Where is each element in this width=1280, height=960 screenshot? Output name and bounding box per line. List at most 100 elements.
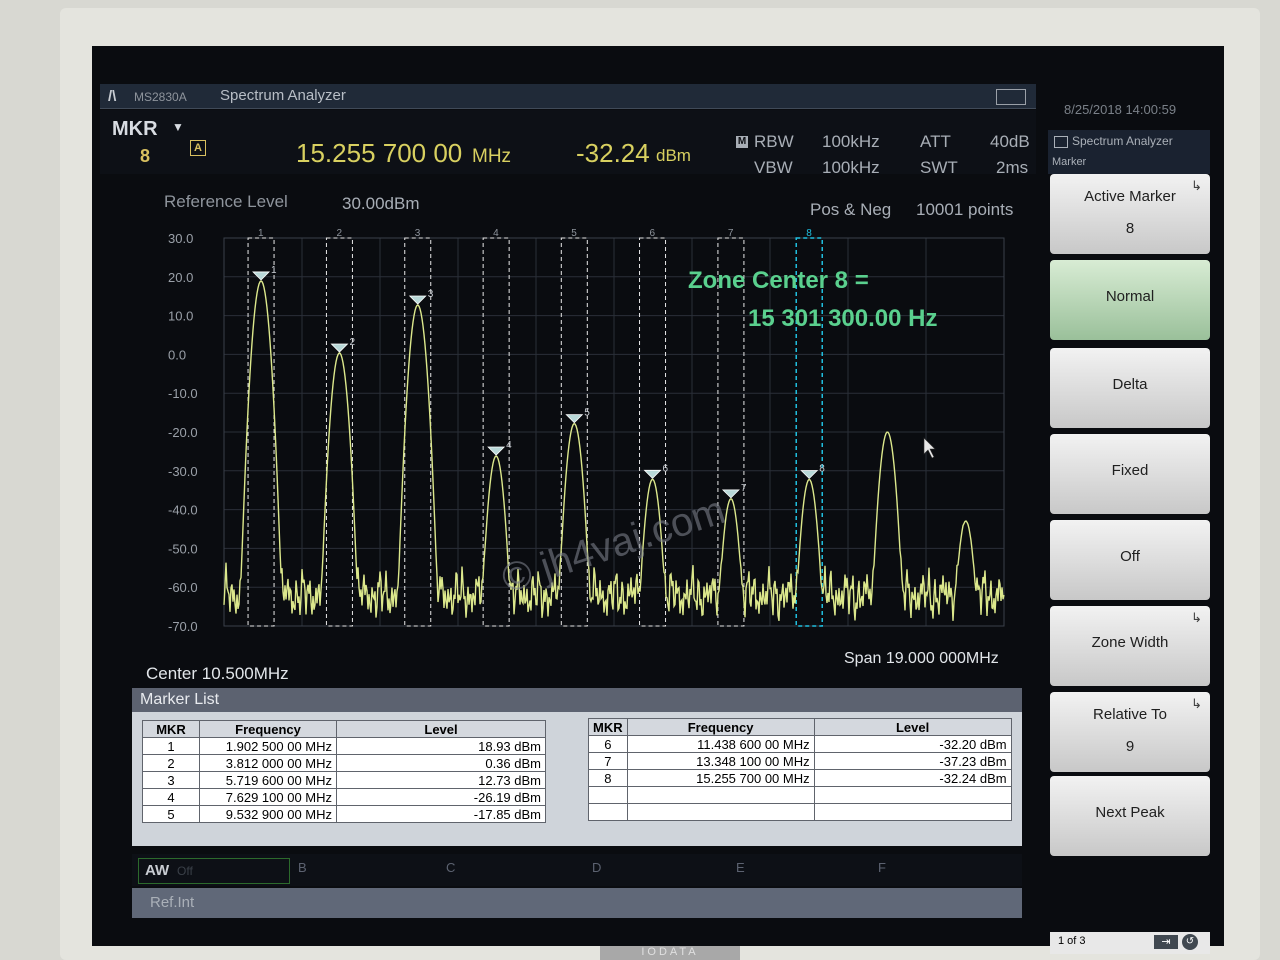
softkey-header: Spectrum Analyzer Marker bbox=[1048, 130, 1210, 174]
spectrum-icon bbox=[1054, 136, 1068, 148]
active-marker-number: 8 bbox=[140, 146, 151, 166]
marker-triangle-icon bbox=[721, 489, 740, 499]
softkey-header-sub: Marker bbox=[1052, 156, 1087, 168]
marker-triangle-icon bbox=[800, 470, 819, 480]
marker-number: 8 bbox=[588, 769, 628, 787]
marker-row[interactable] bbox=[588, 786, 1012, 804]
marker-frequency-cell: 15.255 700 00 MHz bbox=[626, 769, 815, 787]
y-tick-label: -30.0 bbox=[168, 464, 198, 479]
softkey-next-peak[interactable]: Next Peak bbox=[1050, 776, 1210, 856]
zone-number: 8 bbox=[806, 228, 812, 239]
marker-level-cell bbox=[813, 786, 1012, 804]
function-key-c[interactable]: C bbox=[446, 860, 455, 875]
softkey-label: Normal bbox=[1105, 288, 1155, 305]
softkey-off[interactable]: Off bbox=[1050, 520, 1210, 600]
spectrum-plot[interactable]: 30.0 20.0 10.0 0.0 -10.0 -20.0 -30.0 -40.0 -50.0… bbox=[164, 226, 1040, 656]
aw-function-key[interactable]: AW Off bbox=[138, 858, 290, 884]
softkey-fixed[interactable]: Fixed bbox=[1050, 434, 1210, 514]
function-key-d[interactable]: D bbox=[592, 860, 601, 875]
datetime: 8/25/2018 14:00:59 bbox=[1064, 102, 1177, 117]
marker-row[interactable]: 4 7.629 100 00 MHz -26.19 dBm bbox=[142, 788, 546, 806]
y-tick-label: 30.0 bbox=[168, 231, 193, 246]
marker-label: 7 bbox=[741, 483, 747, 494]
marker-level-cell bbox=[813, 803, 1012, 821]
y-tick-label: 10.0 bbox=[168, 309, 193, 324]
softkey-page-indicator: 1 of 3 bbox=[1058, 935, 1086, 947]
softkey-value: 8 bbox=[1125, 220, 1135, 237]
marker-number bbox=[588, 786, 628, 804]
marker-row[interactable]: 2 3.812 000 00 MHz 0.36 dBm bbox=[142, 754, 546, 772]
marker-frequency-cell bbox=[626, 803, 815, 821]
marker-label: 4 bbox=[506, 440, 512, 451]
function-key-b[interactable]: B bbox=[298, 860, 307, 875]
softkey-label: Zone Width bbox=[1091, 634, 1169, 651]
marker-row[interactable]: 6 11.438 600 00 MHz -32.20 dBm bbox=[588, 735, 1012, 753]
zone-number: 6 bbox=[650, 228, 656, 239]
frequency-header: Frequency bbox=[626, 718, 815, 736]
marker-triangle-icon bbox=[643, 469, 662, 479]
function-key-f[interactable]: F bbox=[878, 860, 886, 875]
marker-level-unit: dBm bbox=[656, 146, 691, 165]
reference-level-label: Reference Level bbox=[164, 192, 288, 211]
marker-level-cell: 12.73 dBm bbox=[336, 771, 546, 789]
span: Span 19.000 000MHz bbox=[844, 650, 999, 667]
function-key-e[interactable]: E bbox=[736, 860, 745, 875]
marker-row[interactable] bbox=[588, 803, 1012, 821]
marker-level-cell: -32.20 dBm bbox=[813, 735, 1012, 753]
softkey-header-title: Spectrum Analyzer bbox=[1072, 134, 1173, 148]
marker-number: 1 bbox=[142, 737, 200, 755]
zone-number: 2 bbox=[336, 228, 342, 239]
marker-row[interactable]: 7 13.348 100 00 MHz -37.23 dBm bbox=[588, 752, 1012, 770]
softkey-relative-to[interactable]: Relative To 9 ↳ bbox=[1050, 692, 1210, 772]
marker-row[interactable]: 3 5.719 600 00 MHz 12.73 dBm bbox=[142, 771, 546, 789]
marker-row[interactable]: 1 1.902 500 00 MHz 18.93 dBm bbox=[142, 737, 546, 755]
softkey-label: Off bbox=[1120, 548, 1140, 565]
monitor-brand: IODATA bbox=[600, 946, 740, 960]
marker-table-left: MKR Frequency Level 1 1.902 500 00 MHz 18.… bbox=[142, 720, 546, 823]
zone-number: 1 bbox=[258, 228, 264, 239]
softkey-zone-width[interactable]: Zone Width ↳ bbox=[1050, 606, 1210, 686]
softkey-active-marker[interactable]: Active Marker 8 ↳ bbox=[1050, 174, 1210, 254]
marker-label: 5 bbox=[584, 408, 590, 419]
marker-triangle-icon bbox=[252, 271, 271, 281]
y-tick-label: -60.0 bbox=[168, 580, 198, 595]
marker-frequency-cell: 1.902 500 00 MHz bbox=[199, 737, 337, 755]
marker-frequency-cell bbox=[626, 786, 815, 804]
marker-frequency-cell: 7.629 100 00 MHz bbox=[199, 788, 337, 806]
zone-number: 3 bbox=[415, 228, 421, 239]
marker-number: 2 bbox=[142, 754, 200, 772]
y-tick-label: -20.0 bbox=[168, 425, 198, 440]
zone-center-annotation: Zone Center 8 = bbox=[688, 267, 869, 294]
softkey-normal[interactable]: Normal bbox=[1050, 260, 1210, 340]
marker-level-cell: -17.85 dBm bbox=[336, 805, 546, 823]
trace-badge: A bbox=[190, 140, 206, 156]
marker-label: 6 bbox=[663, 463, 669, 474]
rbw-label: RBW bbox=[754, 132, 794, 151]
y-tick-label: -70.0 bbox=[168, 619, 198, 634]
anritsu-logo-icon: /\ bbox=[108, 88, 117, 105]
next-page-icon[interactable]: ⇥ bbox=[1154, 935, 1178, 949]
rbw-value: 100kHz bbox=[822, 132, 880, 151]
marker-list-panel: Marker List MKR Frequency Level 1 1.902 5… bbox=[132, 688, 1022, 846]
trace-points: 10001 points bbox=[916, 200, 1014, 219]
window-controls-icon[interactable] bbox=[996, 89, 1026, 105]
softkey-delta[interactable]: Delta bbox=[1050, 348, 1210, 428]
aw-label: AW bbox=[145, 862, 170, 879]
marker-level-cell: 0.36 dBm bbox=[336, 754, 546, 772]
zone-number: 5 bbox=[571, 228, 577, 239]
dropdown-caret-icon[interactable]: ▼ bbox=[172, 120, 184, 134]
marker-level-cell: -32.24 dBm bbox=[813, 769, 1012, 787]
marker-triangle-icon bbox=[408, 295, 427, 305]
marker-triangle-icon bbox=[565, 414, 584, 424]
center-frequency: Center 10.500MHz bbox=[146, 664, 289, 683]
marker-row[interactable]: 8 15.255 700 00 MHz -32.24 dBm bbox=[588, 769, 1012, 787]
back-icon[interactable]: ↺ bbox=[1182, 934, 1198, 950]
marker-triangle-icon bbox=[487, 446, 506, 456]
aw-state: Off bbox=[177, 864, 193, 878]
y-tick-label: 0.0 bbox=[168, 347, 186, 362]
marker-row[interactable]: 5 9.532 900 00 MHz -17.85 dBm bbox=[142, 805, 546, 823]
zone-number: 4 bbox=[493, 228, 499, 239]
mkr-label[interactable]: MKR bbox=[112, 118, 158, 141]
marker-frequency-unit: MHz bbox=[472, 146, 512, 167]
marker-number: 5 bbox=[142, 805, 200, 823]
